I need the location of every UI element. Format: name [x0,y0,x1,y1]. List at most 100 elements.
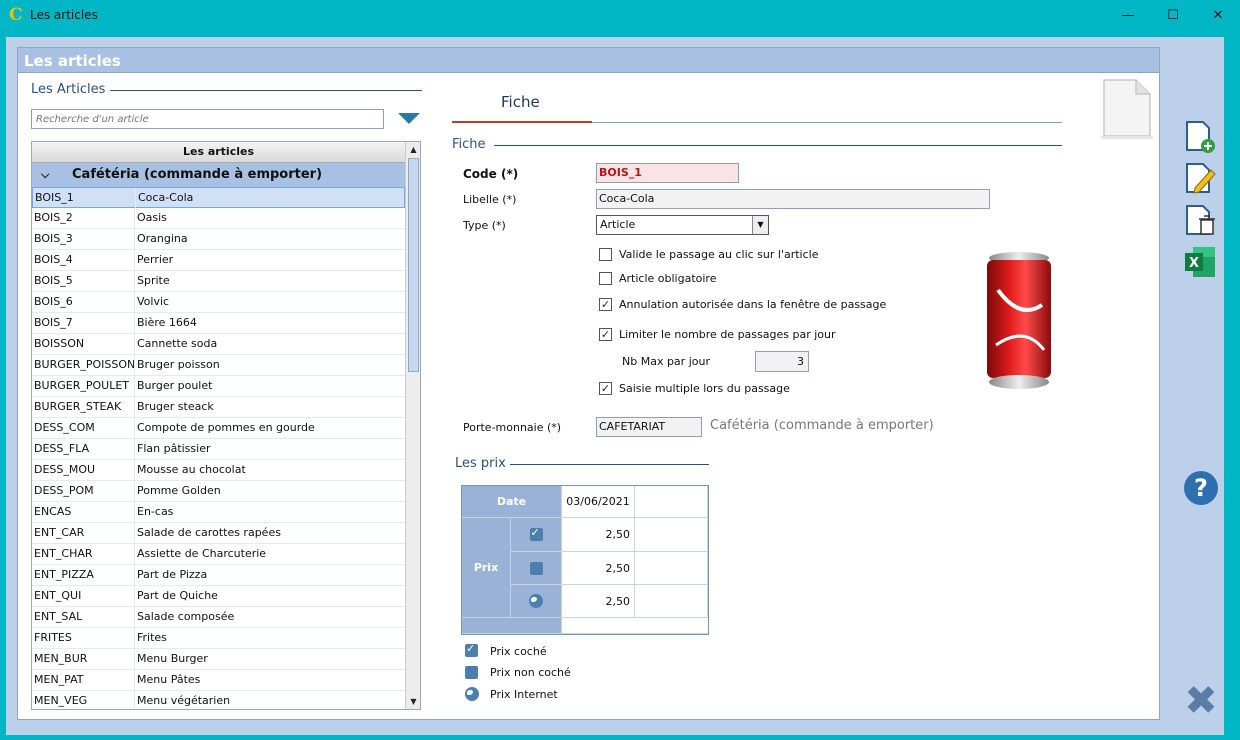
checkbox-valide-clic[interactable] [599,248,612,261]
excel-export-icon[interactable]: X [1183,245,1217,279]
group-row-label: Cafétéria (commande à emporter) [72,167,323,182]
table-row[interactable]: BOIS_7 Bière 1664 [32,313,405,334]
article-label: Cannette soda [137,337,218,350]
legend-prix-non-coche: Prix non coché [490,666,571,679]
delete-document-icon[interactable] [1183,204,1217,238]
articles-rows: BOIS_1 Coca-Cola BOIS_2 Oasis BOIS_3 Orangina… [32,187,405,709]
table-row[interactable]: DESS_FLA Flan pâtissier [32,439,405,460]
scroll-thumb[interactable] [408,158,419,372]
fiche-group-line [494,145,1062,146]
article-code: ENT_CHAR [34,547,93,560]
nbmax-field[interactable]: 3 [755,351,809,372]
column-divider [134,586,135,606]
column-divider [134,271,135,291]
table-row[interactable]: MEN_VEG Menu végétarien [32,691,405,709]
checkbox-obligatoire[interactable] [599,272,612,285]
chevron-down-icon[interactable]: ⌵ [41,163,49,187]
table-row[interactable]: ENT_CHAR Assiette de Charcuterie [32,544,405,565]
table-row[interactable]: MEN_PAT Menu Pâtes [32,670,405,691]
table-row[interactable]: BURGER_POULET Burger poulet [32,376,405,397]
checkbox-saisie-multiple-label: Saisie multiple lors du passage [619,382,790,395]
table-row[interactable]: DESS_POM Pomme Golden [32,481,405,502]
close-panel-button[interactable]: ✖ [1184,681,1218,721]
search-dropdown-arrow-icon[interactable] [398,113,420,124]
table-row[interactable]: DESS_COM Compote de pommes en gourde [32,418,405,439]
checkbox-obligatoire-label: Article obligatoire [619,272,717,285]
article-code: DESS_MOU [34,463,96,476]
column-divider [134,334,135,354]
checkbox-valide-clic-label: Valide le passage au clic sur l'article [619,248,819,261]
table-row[interactable]: BURGER_POISSON Bruger poisson [32,355,405,376]
table-row[interactable]: ENT_SAL Salade composée [32,607,405,628]
checkbox-saisie-multiple[interactable]: ✓ [599,382,612,395]
table-row[interactable]: BOIS_6 Volvic [32,292,405,313]
price-row-internet [511,585,562,618]
table-row[interactable]: BURGER_STEAK Bruger steack [32,397,405,418]
edit-document-icon[interactable] [1183,162,1217,196]
table-row[interactable]: BOIS_1 Coca-Cola [32,187,405,208]
prices-table: Date 03/06/2021 Prix 2,50 2,50 2,50 [461,485,709,635]
product-image-can [987,252,1051,389]
table-row[interactable]: BOIS_4 Perrier [32,250,405,271]
checkbox-annulation-label: Annulation autorisée dans la fenêtre de … [619,298,887,311]
close-window-button[interactable]: ✕ [1195,0,1240,31]
articles-table-header[interactable]: Les articles [32,142,405,163]
column-divider [134,607,135,627]
minimize-button[interactable]: — [1105,0,1151,31]
articles-table: Les articles ⌵ Cafétéria (commande à emp… [31,141,421,710]
column-divider [134,229,135,249]
price-value-unchecked[interactable]: 2,50 [562,552,635,585]
column-divider [134,397,135,417]
article-search-input[interactable] [31,109,384,129]
help-button[interactable]: ? [1184,471,1218,505]
nbmax-label: Nb Max par jour [622,355,710,368]
scroll-up-icon[interactable]: ▲ [406,142,420,157]
articles-scrollbar[interactable]: ▲ ▼ [405,142,420,709]
portemonnaie-field[interactable]: CAFETARIAT [596,417,702,437]
article-code: MEN_PAT [34,673,84,686]
article-code: BOIS_4 [34,253,73,266]
article-label: Menu végétarien [137,694,231,707]
panel-title: Les articles [24,52,121,70]
maximize-button[interactable]: ☐ [1150,0,1196,31]
table-row[interactable]: ENT_QUI Part de Quiche [32,586,405,607]
price-value-checked[interactable]: 2,50 [562,518,635,552]
table-row[interactable]: MEN_BUR Menu Burger [32,649,405,670]
article-label: Bruger poisson [137,358,220,371]
title-bar: C Les articles — ☐ ✕ [0,0,1240,31]
table-row[interactable]: DESS_MOU Mousse au chocolat [32,460,405,481]
prix-group-line [510,464,709,465]
table-row[interactable]: BOIS_3 Orangina [32,229,405,250]
article-label: Burger poulet [137,379,213,392]
new-document-icon[interactable] [1183,120,1217,154]
price-value-internet[interactable]: 2,50 [562,585,635,618]
table-row[interactable]: BOISSON Cannette soda [32,334,405,355]
chevron-down-icon[interactable]: ▼ [752,216,768,234]
checkbox-limiter[interactable]: ✓ [599,328,612,341]
table-row[interactable]: ENT_PIZZA Part de Pizza [32,565,405,586]
articles-group-row[interactable]: ⌵ Cafétéria (commande à emporter) [32,163,405,187]
column-divider [134,439,135,459]
table-row[interactable]: BOIS_5 Sprite [32,271,405,292]
article-code: MEN_VEG [34,694,88,707]
article-label: Volvic [137,295,170,308]
table-row[interactable]: BOIS_2 Oasis [32,208,405,229]
code-field[interactable]: BOIS_1 [596,163,739,183]
column-divider [134,523,135,543]
article-code: BOIS_7 [34,316,73,329]
type-select[interactable]: Article ▼ [596,215,769,235]
scroll-down-icon[interactable]: ▼ [406,694,420,709]
table-row[interactable]: ENT_CAR Salade de carottes rapées [32,523,405,544]
column-divider [135,188,136,208]
article-label: Salade composée [137,610,235,623]
legend-prix-internet: Prix Internet [490,688,558,701]
table-row[interactable]: FRITES Frites [32,628,405,649]
libelle-field[interactable]: Coca-Cola [596,189,990,209]
article-code: MEN_BUR [34,652,88,665]
price-footer-empty [562,618,708,634]
table-row[interactable]: ENCAS En-cas [32,502,405,523]
tab-fiche[interactable]: Fiche [501,93,540,111]
svg-text:X: X [1189,256,1199,271]
checkbox-annulation[interactable]: ✓ [599,298,612,311]
price-date-value[interactable]: 03/06/2021 [562,486,635,518]
